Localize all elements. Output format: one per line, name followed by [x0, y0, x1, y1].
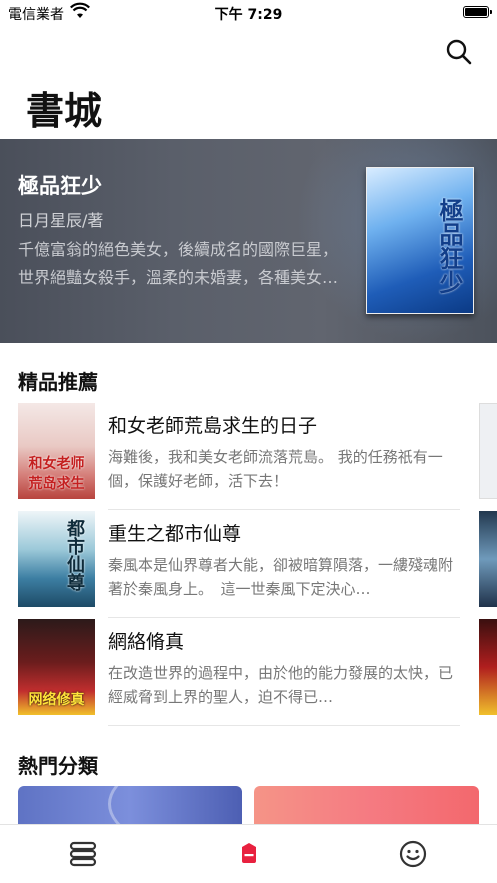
divider [108, 509, 460, 510]
category-card[interactable] [254, 786, 479, 826]
featured-author: 日月星辰/著 [18, 211, 104, 230]
category-card[interactable] [18, 786, 242, 826]
book-cover: 网络修真 [18, 619, 95, 715]
bookshelf-icon[interactable] [68, 839, 98, 869]
featured-cover-text: 極品狂少 [435, 198, 463, 294]
book-cover: 都市仙尊 [18, 511, 95, 607]
section-title-categories: 熱門分類 [18, 754, 98, 778]
divider [108, 617, 460, 618]
book-list-item[interactable]: 和女老师荒岛求生 和女老師荒島求生的日子 海難後，我和美女老師流落荒島。 我的任… [18, 403, 460, 510]
page-title: 書城 [26, 89, 103, 133]
book-name: 和女老師荒島求生的日子 [108, 415, 318, 437]
book-list-item[interactable]: 网络修真 網絡脩真 在改造世界的過程中，由於他的能力發展的太快，已經威脅到上界的… [18, 619, 460, 726]
book-list-item[interactable]: 都市仙尊 重生之都市仙尊 秦風本是仙界尊者大能，卻被暗算隕落，一縷殘魂附著於秦風… [18, 511, 460, 618]
featured-title[interactable]: 極品狂少 [18, 170, 102, 200]
next-page-book-peek[interactable] [479, 511, 497, 607]
status-time: 下午 7:29 [214, 7, 283, 23]
tab-bar [0, 824, 497, 883]
divider [108, 725, 460, 726]
featured-description: 千億富翁的絕色美女，後續成名的國際巨星，世界絕豔女殺手，溫柔的未婚妻，各種美女紛… [18, 240, 339, 287]
book-name: 重生之都市仙尊 [108, 523, 242, 545]
book-cover: 和女老师荒岛求生 [18, 403, 95, 499]
book-description: 在改造世界的過程中，由於他的能力發展的太快，已經威脅到上界的聖人，迫不得已… [108, 664, 454, 706]
book-cover-text: 和女老师荒岛求生 [28, 456, 85, 492]
next-page-book-peek[interactable] [479, 619, 497, 715]
book-description: 秦風本是仙界尊者大能，卻被暗算隕落，一縷殘魂附著於秦風身上。 這一世秦風下定決心… [108, 556, 454, 598]
search-icon[interactable] [445, 38, 473, 66]
book-description: 海難後，我和美女老師流落荒島。 我的任務祇有一個，保護好老師，活下去！ [108, 448, 443, 490]
status-bar: 電信業者 下午 7:29 [0, 0, 497, 26]
battery-icon [463, 6, 492, 18]
next-page-book-peek[interactable] [479, 403, 497, 499]
book-cover-text: 网络修真 [28, 692, 85, 708]
book-cover-text: 都市仙尊 [64, 519, 85, 591]
smiley-profile-icon[interactable] [398, 839, 428, 869]
book-name: 網絡脩真 [108, 631, 185, 653]
featured-cover[interactable]: 極品狂少 [366, 167, 474, 314]
section-title-recommended: 精品推薦 [18, 370, 98, 394]
bookstore-icon[interactable] [234, 839, 264, 869]
